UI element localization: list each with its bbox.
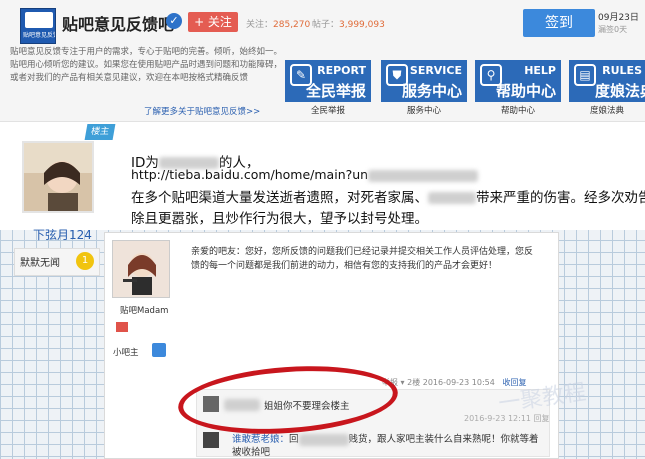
followers-label: 关注： bbox=[246, 20, 274, 30]
card-caption: 度娘法典 bbox=[589, 106, 624, 116]
reply-content: 亲爱的吧友：您好，您所反馈的问题我们已经记录并提交相关工作人员评估处理，您反馈的… bbox=[191, 247, 534, 271]
username[interactable]: 下弦月124 bbox=[33, 226, 92, 243]
more-info-link[interactable]: 了解更多关于贴吧意见反馈>> bbox=[144, 105, 260, 117]
avatar-image bbox=[24, 143, 92, 211]
help-card[interactable]: ⚲ HELP 帮助中心 bbox=[475, 60, 561, 102]
post-text: 带来严重的伤害。经多次劝告仍不删 bbox=[476, 190, 645, 206]
blurred-text bbox=[368, 169, 479, 182]
forum-logo[interactable]: 贴吧意见反馈 bbox=[20, 8, 56, 44]
sub-reply-text: 谁敢惹老娘：回 贱货，跟人家吧主装什么自来熟呢！你就等着被收拾吧 bbox=[232, 433, 546, 459]
blurred-text bbox=[298, 433, 349, 446]
card-cn-label: 度娘法典 bbox=[594, 82, 645, 100]
sub-reply-user[interactable]: 谁敢惹老娘： bbox=[232, 434, 289, 445]
card-cn-label: 服务中心 bbox=[401, 82, 462, 100]
forum-description: 贴吧意见反馈专注于用户的需求，专心于贴吧的完善。倾听，始终如一。贴吧用心倾听您的… bbox=[10, 47, 283, 83]
signin-button[interactable]: 签到 bbox=[523, 9, 595, 37]
posts-stat: 帖子：3,999,093 bbox=[312, 17, 385, 30]
card-en-label: HELP bbox=[524, 64, 556, 77]
level-badge bbox=[116, 322, 128, 332]
post-link[interactable]: http://tieba.baidu.com/home/main?un bbox=[131, 167, 368, 182]
level-badge: 1 bbox=[76, 252, 94, 270]
reply-username[interactable]: 贴吧Madam bbox=[120, 304, 168, 316]
card-caption: 服务中心 bbox=[406, 106, 441, 116]
followers-stat: 关注：285,270 bbox=[246, 17, 310, 30]
card-cn-label: 帮助中心 bbox=[495, 82, 556, 100]
role-label: 小吧主 bbox=[113, 348, 139, 358]
card-caption: 全民举报 bbox=[310, 106, 345, 116]
posts-count: 3,999,093 bbox=[339, 20, 385, 30]
verified-icon: ✓ bbox=[166, 13, 182, 29]
service-card[interactable]: ⛊ SERVICE 服务中心 bbox=[381, 60, 467, 102]
card-en-label: SERVICE bbox=[409, 64, 462, 77]
post-text: 在多个贴吧渠道大量发送逝者遗照，对死者家属、 bbox=[131, 190, 428, 206]
logo-bubble-icon bbox=[25, 12, 53, 28]
reply-meta-text[interactable]: 举报 ▾ 2楼 2016-09-23 10:54 bbox=[382, 378, 495, 387]
post-line-2: http://tieba.baidu.com/home/main?un bbox=[131, 167, 479, 182]
followers-count: 285,270 bbox=[273, 20, 311, 30]
rank-title: 默默无闻 bbox=[20, 258, 60, 269]
page: 贴吧意见反馈 贴吧意见反馈吧 ✓ + 关注 关注：285,270 帖子：3,99… bbox=[0, 0, 645, 459]
sub-reply-prefix: 回 bbox=[289, 434, 299, 445]
avatar[interactable] bbox=[112, 240, 170, 298]
avatar-image bbox=[113, 241, 169, 297]
rules-icon: ▤ bbox=[574, 64, 596, 86]
op-tag: 楼主 bbox=[84, 124, 116, 140]
posts-label: 帖子： bbox=[312, 20, 340, 30]
card-caption: 帮助中心 bbox=[500, 106, 535, 116]
logo-text: 贴吧意见反馈 bbox=[23, 32, 55, 39]
moderator-icon bbox=[152, 343, 166, 357]
avatar[interactable] bbox=[22, 141, 94, 213]
avatar[interactable] bbox=[203, 432, 219, 448]
card-en-label: RULES bbox=[602, 64, 642, 77]
post-line-4: 除且更嚣张，且炒作行为很大，望予以封号处理。 bbox=[131, 211, 428, 227]
signin-date: 09月23日 bbox=[598, 13, 639, 23]
follow-button[interactable]: + 关注 bbox=[188, 12, 238, 32]
rules-card[interactable]: ▤ RULES 度娘法典 bbox=[569, 60, 645, 102]
card-en-label: REPORT bbox=[317, 64, 366, 77]
forum-title[interactable]: 贴吧意见反馈吧 bbox=[62, 11, 174, 35]
card-cn-label: 全民举报 bbox=[305, 82, 366, 100]
signin-count: 漏签0天 bbox=[598, 25, 628, 34]
report-card[interactable]: ✎ REPORT 全民举报 bbox=[285, 60, 371, 102]
post-line-3: 在多个贴吧渠道大量发送逝者遗照，对死者家属、 带来严重的伤害。经多次劝告仍不删 bbox=[131, 186, 645, 206]
blurred-text bbox=[428, 192, 476, 204]
